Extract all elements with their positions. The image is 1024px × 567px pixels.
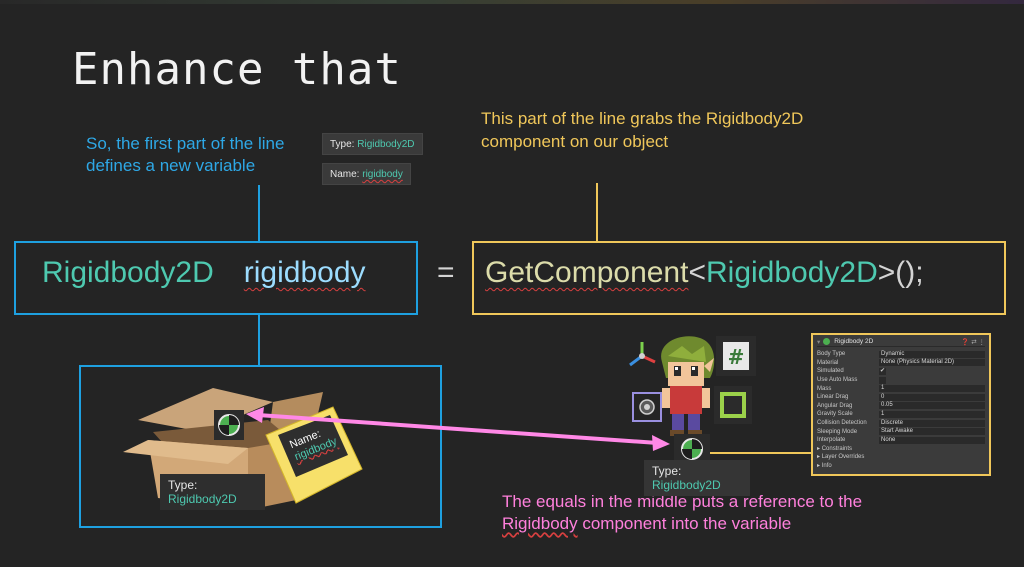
inspector-row-value[interactable]: 0 (879, 393, 985, 401)
inspector-row: Sleeping Mode Start Awake (817, 427, 985, 436)
box-type-value: Rigidbody2D (168, 492, 237, 506)
inspector-row-value[interactable]: None (879, 436, 985, 444)
inspector-row-value[interactable]: Start Awake (879, 428, 985, 436)
name-tooltip-value: rigidbody (362, 169, 403, 180)
inspector-row-key: Linear Drag (817, 394, 849, 401)
code-left-type: Rigidbody2D (42, 256, 214, 289)
inspector-row-key: Material (817, 359, 839, 366)
inspector-fold-item[interactable]: ▸ Layer Overrides (817, 453, 985, 462)
rigidbody-small-icon (823, 338, 831, 345)
inspector-row-key: Angular Drag (817, 402, 853, 409)
inspector-row: Interpolate None (817, 436, 985, 445)
svg-text:#: # (728, 345, 745, 369)
inspector-row-value[interactable]: 1 (879, 410, 985, 418)
type-tooltip: Type: Rigidbody2D (322, 133, 423, 155)
inspector-row-key: Use Auto Mass (817, 377, 858, 384)
inspector-row-value[interactable]: None (Physics Material 2D) (879, 359, 985, 367)
slide-title: Enhance that (72, 44, 402, 95)
note-equals-after: component into the variable (577, 514, 792, 533)
inspector-row-key: Simulated (817, 368, 844, 375)
inspector-row-key: Sleeping Mode (817, 428, 858, 435)
reference-arrow (246, 407, 670, 451)
note-equals-part: The equals in the middle puts a referenc… (502, 491, 942, 535)
rigidbody-inspector: ▾ Rigidbody 2D ❓ ⇄ ⋮ Body Type Dynamic Mat… (811, 333, 991, 476)
note-second-part: This part of the line grabs the Rigidbod… (481, 109, 804, 151)
top-accent-strip (0, 0, 1024, 4)
box-type-prefix: Type: (168, 478, 198, 492)
object-type-prefix: Type: (652, 464, 682, 478)
object-type-value: Rigidbody2D (652, 478, 721, 492)
code-getcomponent: GetComponent<Rigidbody2D>(); (485, 256, 924, 290)
inspector-row-key: Body Type (817, 351, 846, 358)
fold-arrow-icon[interactable]: ▾ (817, 338, 820, 346)
inspector-row-checkbox[interactable] (879, 376, 886, 384)
box-type-label: Type: Rigidbody2D (160, 474, 265, 510)
inspector-title: Rigidbody 2D (834, 338, 874, 345)
type-tooltip-prefix: Type: (330, 139, 358, 150)
inspector-fold-item[interactable]: ▸ Info (817, 462, 985, 471)
blue-connector-top (258, 185, 260, 241)
name-tooltip-prefix: Name: (330, 169, 363, 180)
inspector-header[interactable]: ▾ Rigidbody 2D ❓ ⇄ ⋮ (817, 337, 985, 347)
yellow-connector-top (596, 183, 598, 241)
inspector-row-value[interactable]: 1 (879, 385, 985, 393)
blue-connector-bottom (258, 315, 260, 365)
inspector-row: Body Type Dynamic (817, 350, 985, 359)
inspector-row: Mass 1 (817, 384, 985, 393)
object-type-label: Type: Rigidbody2D (644, 460, 750, 496)
inspector-rows: Body Type Dynamic Material None (Physics Ma… (817, 350, 985, 445)
inspector-row-value[interactable]: 0.05 (879, 402, 985, 410)
inspector-row-key: Collision Detection (817, 420, 867, 427)
note-first-part: So, the first part of the line defines a… (86, 134, 285, 175)
inspector-fold-label: Layer Overrides (821, 454, 865, 461)
inspector-row-value[interactable]: Dynamic (879, 350, 985, 358)
inspector-row: Simulated ✔ (817, 367, 985, 376)
code-declaration: Rigidbody2D rigidbody (42, 256, 366, 290)
character-sprite (661, 336, 715, 436)
inspector-menu-icon[interactable]: ❓ ⇄ ⋮ (961, 338, 985, 346)
inspector-fold-label: Info (821, 462, 832, 469)
inspector-row-checkbox[interactable]: ✔ (879, 367, 886, 375)
inspector-row: Material None (Physics Material 2D) (817, 359, 985, 368)
inspector-row: Gravity Scale 1 (817, 410, 985, 419)
inspector-row-key: Gravity Scale (817, 411, 853, 418)
type-tooltip-value: Rigidbody2D (357, 139, 415, 150)
code-tail: >(); (877, 256, 924, 289)
inspector-row: Collision Detection Discrete (817, 419, 985, 428)
code-equals: = (437, 256, 455, 290)
inspector-row-key: Interpolate (817, 437, 846, 444)
code-generic-type: Rigidbody2D (705, 256, 878, 289)
inspector-connector (710, 452, 812, 454)
inspector-row: Use Auto Mass (817, 376, 985, 385)
inspector-row-key: Mass (817, 385, 832, 392)
inspector-folds: ▸ Constraints ▸ Layer Overrides ▸ Info (817, 445, 985, 471)
code-lt: < (688, 256, 706, 289)
inspector-row: Linear Drag 0 (817, 393, 985, 402)
inspector-fold-item[interactable]: ▸ Constraints (817, 445, 985, 454)
script-icon: # (716, 336, 756, 376)
inspector-row: Angular Drag 0.05 (817, 402, 985, 411)
name-tooltip: Name: rigidbody (322, 163, 411, 185)
inspector-fold-label: Constraints (821, 445, 853, 452)
inspector-row-value[interactable]: Discrete (879, 419, 985, 427)
code-equals-sign: = (437, 256, 455, 289)
code-method: GetComponent (485, 256, 689, 289)
note-equals-word: Rigidbody (502, 514, 578, 533)
code-left-var: rigidbody (243, 256, 366, 289)
